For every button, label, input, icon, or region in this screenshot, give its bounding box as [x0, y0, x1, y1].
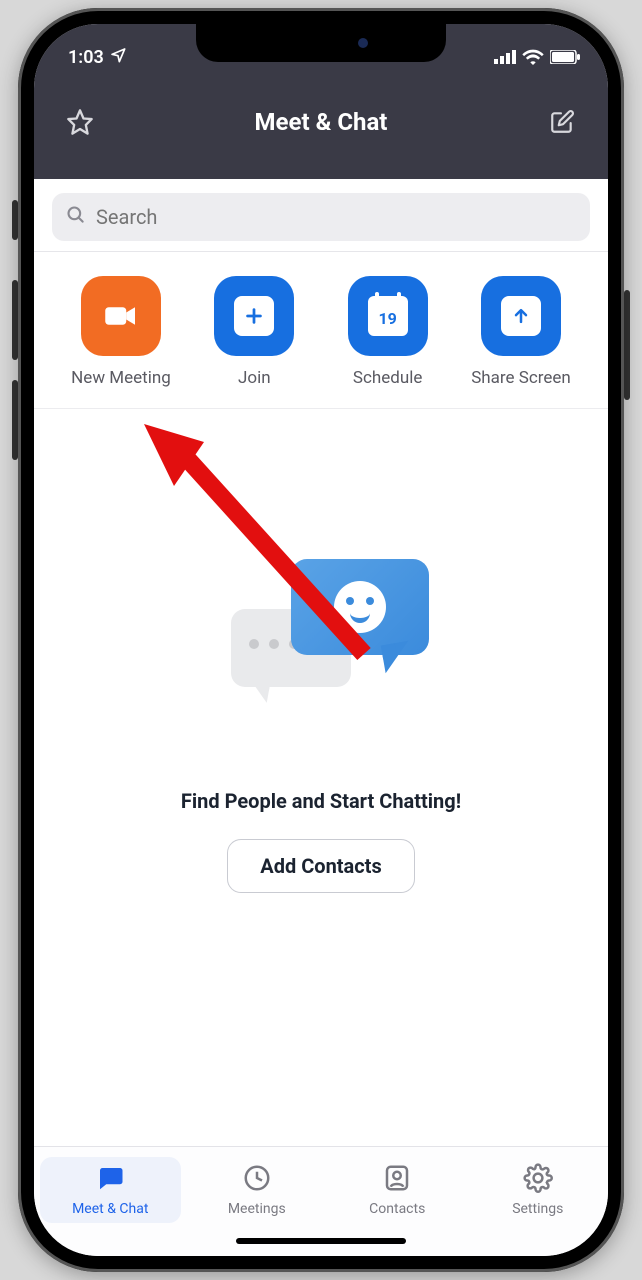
tab-meet-chat[interactable]: Meet & Chat	[40, 1157, 181, 1223]
clock-icon	[242, 1163, 272, 1197]
notch	[196, 24, 446, 62]
search-container	[34, 179, 608, 251]
add-contacts-button[interactable]: Add Contacts	[227, 839, 414, 893]
share-screen-label: Share Screen	[471, 368, 571, 388]
chat-bubble-icon	[95, 1163, 125, 1197]
tab-label: Settings	[512, 1201, 563, 1217]
phone-frame: 1:03	[18, 8, 624, 1272]
screen: 1:03	[34, 24, 608, 1256]
status-time: 1:03	[68, 47, 104, 68]
schedule-label: Schedule	[353, 368, 422, 388]
page-title: Meet & Chat	[98, 108, 544, 136]
join-label: Join	[238, 368, 271, 388]
chat-illustration	[221, 559, 421, 699]
plus-icon	[234, 296, 274, 336]
new-meeting-button[interactable]: New Meeting	[56, 276, 186, 388]
tab-label: Contacts	[369, 1201, 425, 1217]
home-indicator[interactable]	[236, 1238, 406, 1244]
search-icon	[66, 205, 86, 230]
calendar-icon: 19	[368, 296, 408, 336]
search-input[interactable]	[52, 193, 590, 241]
tab-meetings[interactable]: Meetings	[187, 1157, 328, 1223]
empty-headline: Find People and Start Chatting!	[181, 789, 461, 813]
search-text-input[interactable]	[96, 205, 576, 229]
tab-settings[interactable]: Settings	[468, 1157, 609, 1223]
contacts-icon	[382, 1163, 412, 1197]
action-row: New Meeting Join 19 Sched	[34, 252, 608, 409]
location-icon	[110, 47, 126, 68]
tab-contacts[interactable]: Contacts	[327, 1157, 468, 1223]
schedule-button[interactable]: 19 Schedule	[323, 276, 453, 388]
favorites-star-button[interactable]	[62, 104, 98, 140]
upload-arrow-icon	[501, 296, 541, 336]
share-screen-button[interactable]: Share Screen	[456, 276, 586, 388]
calendar-day-number: 19	[378, 309, 396, 328]
new-meeting-label: New Meeting	[71, 368, 171, 388]
tab-label: Meetings	[228, 1201, 286, 1217]
compose-button[interactable]	[544, 104, 580, 140]
gear-icon	[523, 1163, 553, 1197]
wifi-icon	[522, 49, 544, 65]
tab-label: Meet & Chat	[72, 1201, 148, 1217]
empty-state: Find People and Start Chatting! Add Cont…	[34, 409, 608, 1146]
video-camera-icon	[81, 276, 161, 356]
battery-icon	[550, 50, 580, 64]
join-button[interactable]: Join	[189, 276, 319, 388]
cellular-icon	[494, 50, 516, 64]
